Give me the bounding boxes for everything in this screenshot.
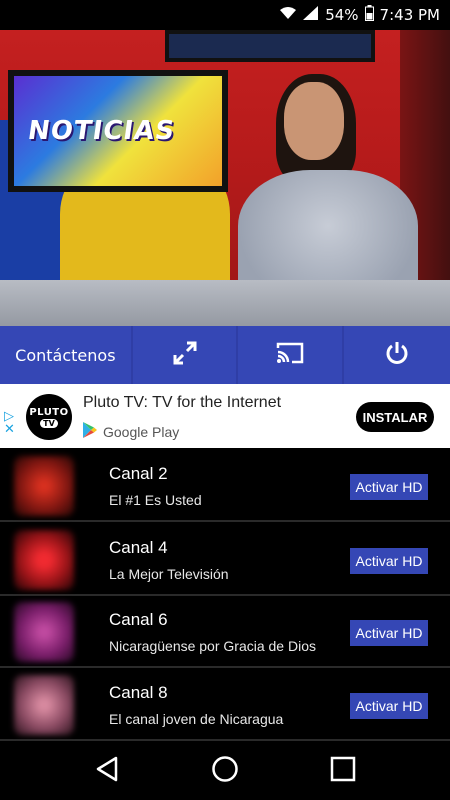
channel-row[interactable]: Canal 6 Nicaragüense por Gracia de Dios … [0,596,450,668]
activate-hd-button[interactable]: Activar HD [350,620,428,646]
signal-icon [303,6,319,24]
channel-thumbnail [14,456,74,516]
channel-name: Canal 8 [109,683,168,702]
channel-thumbnail [14,602,74,662]
channel-description: Nicaragüense por Gracia de Dios [109,638,316,654]
ad-title: Pluto TV: TV for the Internet [83,394,282,411]
anchor-face [284,82,344,160]
fullscreen-button[interactable] [132,326,237,384]
channel-name: Canal 6 [109,610,168,629]
channel-row[interactable]: Canal 2 El #1 Es Usted Activar HD [0,450,450,522]
fullscreen-icon [172,340,198,370]
channel-list: Canal 2 El #1 Es Usted Activar HD Canal … [0,450,450,742]
ad-choices-icon[interactable]: ▷ ✕ [4,410,15,436]
contact-button[interactable]: Contáctenos [0,326,131,384]
power-icon [384,340,410,370]
studio-monitor-screen: NOTICIAS [14,76,222,186]
activate-hd-button[interactable]: Activar HD [350,474,428,500]
activate-hd-button[interactable]: Activar HD [350,693,428,719]
install-button[interactable]: INSTALAR [356,402,434,432]
ad-store: Google Play [83,422,179,441]
home-icon[interactable] [211,755,239,787]
status-bar: 54% 7:43 PM [0,0,450,30]
channel-thumbnail [14,530,74,590]
channel-description: El #1 Es Usted [109,492,202,508]
channel-name: Canal 4 [109,538,168,557]
studio-monitor: NOTICIAS [8,70,228,192]
google-play-icon [83,422,97,441]
channel-description: El canal joven de Nicaragua [109,711,284,727]
back-icon[interactable] [93,755,121,787]
store-label: Google Play [103,423,180,440]
ad-banner[interactable]: ▷ ✕ PLUTO TV Pluto TV: TV for the Interne… [0,384,450,448]
battery-icon [364,5,374,25]
news-desk [0,280,450,326]
system-nav-bar [0,742,450,800]
channel-thumbnail [14,675,74,735]
contact-label: Contáctenos [15,345,116,365]
pluto-tv-logo: PLUTO TV [26,394,72,440]
logo-subtext: TV [40,418,58,428]
cast-button[interactable] [238,326,343,384]
channel-row[interactable]: Canal 8 El canal joven de Nicaragua Acti… [0,669,450,741]
activate-hd-button[interactable]: Activar HD [350,548,428,574]
wifi-icon [279,6,297,24]
recents-icon[interactable] [329,755,357,787]
studio-monitor-top [165,30,375,62]
clock: 7:43 PM [379,6,440,24]
cast-icon [275,341,305,369]
news-banner-text: NOTICIAS [25,116,177,146]
power-button[interactable] [344,326,450,384]
channel-row[interactable]: Canal 4 La Mejor Televisión Activar HD [0,524,450,596]
video-player[interactable]: NOTICIAS [0,30,450,326]
player-toolbar: Contáctenos [0,326,450,384]
battery-percent: 54% [325,6,359,24]
channel-name: Canal 2 [109,464,168,483]
logo-text: PLUTO [29,406,69,418]
channel-description: La Mejor Televisión [109,566,229,582]
